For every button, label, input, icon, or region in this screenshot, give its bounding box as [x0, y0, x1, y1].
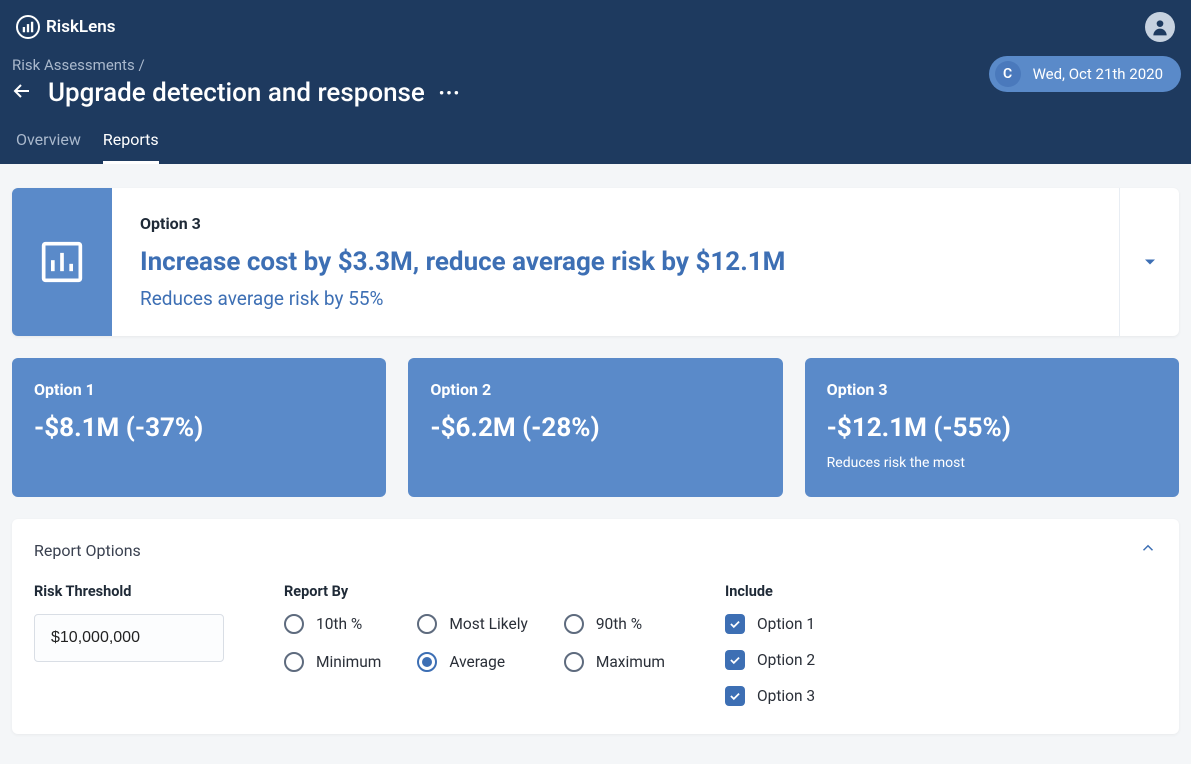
radio-average[interactable]: Average: [417, 652, 527, 672]
bar-chart-icon: [40, 240, 84, 284]
risk-threshold-input[interactable]: [34, 614, 224, 662]
hero-expand-toggle[interactable]: [1119, 188, 1179, 336]
hero-heading: Increase cost by $3.3M, reduce average r…: [140, 247, 1091, 277]
checkbox-icon: [725, 650, 745, 670]
option-card-3[interactable]: Option 3 -$12.1M (-55%) Reduces risk the…: [805, 358, 1179, 497]
checkbox-icon: [725, 614, 745, 634]
option-card-2[interactable]: Option 2 -$6.2M (-28%): [408, 358, 782, 497]
radio-maximum[interactable]: Maximum: [564, 652, 665, 672]
option-card-1[interactable]: Option 1 -$8.1M (-37%): [12, 358, 386, 497]
radio-label: 90th %: [596, 615, 642, 633]
tabs: Overview Reports: [0, 108, 1191, 164]
user-avatar[interactable]: [1145, 12, 1175, 42]
chevron-down-icon: [1140, 252, 1160, 272]
report-options-title: Report Options: [34, 541, 141, 560]
date-badge: C: [995, 61, 1021, 87]
hero-card[interactable]: Option 3 Increase cost by $3.3M, reduce …: [12, 188, 1179, 336]
radio-label: Minimum: [316, 653, 381, 671]
breadcrumb-parent[interactable]: Risk Assessments: [12, 56, 135, 74]
include-option-label: Option 2: [757, 651, 815, 669]
breadcrumb-sep: /: [138, 56, 144, 74]
brand-logo-icon: [16, 15, 40, 39]
tab-overview[interactable]: Overview: [16, 130, 81, 164]
option-value: -$8.1M (-37%): [34, 413, 364, 443]
risk-threshold-label: Risk Threshold: [34, 583, 224, 600]
radio-10th[interactable]: 10th %: [284, 614, 381, 634]
include-option-1[interactable]: Option 1: [725, 614, 815, 634]
brand[interactable]: RiskLens: [16, 15, 116, 39]
app-header: RiskLens Risk Assessments / Upgrade dete…: [0, 0, 1191, 164]
option-title: Option 1: [34, 380, 364, 399]
report-by-label: Report By: [284, 583, 665, 600]
report-options-collapse[interactable]: [1139, 539, 1157, 561]
checkbox-icon: [725, 686, 745, 706]
include-option-2[interactable]: Option 2: [725, 650, 815, 670]
include-option-label: Option 3: [757, 687, 815, 705]
report-options-panel: Report Options Risk Threshold Report By …: [12, 519, 1179, 734]
option-value: -$12.1M (-55%): [827, 413, 1157, 443]
include-label: Include: [725, 583, 815, 600]
brand-name: RiskLens: [46, 17, 116, 37]
option-title: Option 2: [430, 380, 760, 399]
radio-label: Most Likely: [449, 615, 527, 633]
more-icon[interactable]: •••: [439, 84, 461, 102]
include-section: Include Option 1 Option 2 Option 3: [725, 583, 815, 706]
radio-minimum[interactable]: Minimum: [284, 652, 381, 672]
radio-label: 10th %: [316, 615, 362, 633]
radio-90th[interactable]: 90th %: [564, 614, 665, 634]
option-note: Reduces risk the most: [827, 455, 1157, 471]
radio-label: Maximum: [596, 653, 665, 671]
back-arrow-icon[interactable]: [10, 79, 34, 107]
breadcrumb[interactable]: Risk Assessments /: [10, 56, 461, 74]
include-option-3[interactable]: Option 3: [725, 686, 815, 706]
user-icon: [1150, 17, 1170, 37]
radio-most-likely[interactable]: Most Likely: [417, 614, 527, 634]
chevron-up-icon: [1139, 539, 1157, 557]
hero-sub: Reduces average risk by 55%: [140, 287, 1091, 310]
include-option-label: Option 1: [757, 615, 815, 633]
radio-label: Average: [449, 653, 505, 671]
report-by-section: Report By 10th % Most Likely 90th % Mini…: [284, 583, 665, 672]
date-text: Wed, Oct 21th 2020: [1033, 65, 1163, 83]
page-title: Upgrade detection and response: [48, 78, 425, 108]
option-value: -$6.2M (-28%): [430, 413, 760, 443]
option-title: Option 3: [827, 380, 1157, 399]
hero-icon-block: [12, 188, 112, 336]
risk-threshold-section: Risk Threshold: [34, 583, 224, 662]
date-pill[interactable]: C Wed, Oct 21th 2020: [989, 56, 1181, 92]
tab-reports[interactable]: Reports: [103, 130, 159, 164]
hero-label: Option 3: [140, 214, 1091, 233]
